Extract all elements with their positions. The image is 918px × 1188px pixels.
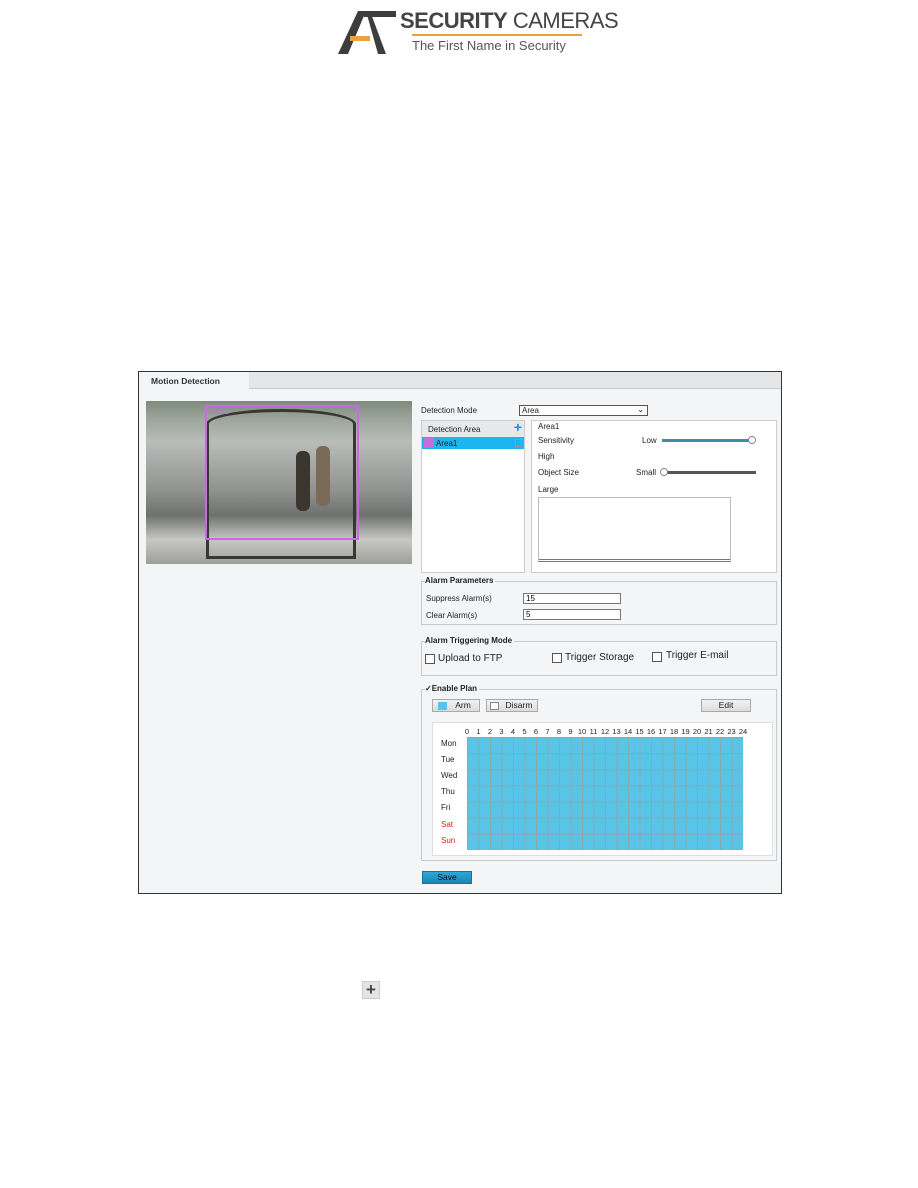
- object-size-preview: [538, 497, 731, 562]
- day-label: Sat: [441, 819, 454, 829]
- object-size-small-label: Small: [636, 468, 657, 477]
- logo-tagline: The First Name in Security: [412, 38, 566, 53]
- detection-mode-value: Area: [522, 406, 539, 415]
- sensitivity-high-label: High: [538, 452, 555, 461]
- day-label: Mon: [441, 739, 457, 748]
- hour-label: 23: [727, 727, 736, 736]
- clear-alarm-label: Clear Alarm(s): [426, 611, 478, 620]
- detection-mode-select[interactable]: Area ⌄: [519, 405, 648, 416]
- hour-label: 15: [635, 727, 644, 736]
- suppress-alarm-label: Suppress Alarm(s): [426, 594, 492, 603]
- sensitivity-low-label: Low: [642, 436, 657, 445]
- arm-swatch: [438, 702, 447, 710]
- object-size-label: Object Size: [538, 468, 579, 477]
- clear-alarm-input[interactable]: [523, 609, 621, 620]
- alarm-parameters-title: Alarm Parameters: [425, 576, 496, 585]
- edit-button[interactable]: Edit: [701, 699, 751, 712]
- suppress-alarm-input[interactable]: [523, 593, 621, 604]
- area-settings: Area1 Sensitivity Low High Object Size S…: [531, 420, 777, 573]
- arm-button[interactable]: Arm: [432, 699, 480, 712]
- sensitivity-slider-handle[interactable]: [748, 436, 756, 444]
- list-item-area1[interactable]: Area1: [422, 437, 524, 449]
- object-size-slider-handle[interactable]: [660, 468, 668, 476]
- trigger-email-label: Trigger E-mail: [666, 650, 729, 661]
- sensitivity-slider[interactable]: [662, 439, 754, 442]
- area-color-swatch: [424, 438, 434, 448]
- hour-label: 3: [499, 727, 504, 736]
- video-preview[interactable]: Area1: [146, 401, 412, 564]
- add-icon: +: [362, 981, 380, 999]
- enable-plan-checkbox[interactable]: ✓: [425, 684, 432, 693]
- hour-label: 20: [692, 727, 702, 736]
- trigger-email-checkbox[interactable]: [652, 652, 662, 662]
- logo-mark: [338, 11, 396, 54]
- hour-label: 13: [612, 727, 621, 736]
- hour-label: 9: [568, 727, 573, 736]
- hour-label: 12: [600, 727, 610, 736]
- hour-label: 7: [545, 727, 550, 736]
- day-label: Sun: [441, 835, 456, 845]
- object-size-large-label: Large: [538, 485, 559, 494]
- hour-label: 8: [556, 727, 562, 736]
- enable-plan[interactable]: ✓Enable Plan: [425, 684, 480, 693]
- alarm-parameters-group: Alarm Parameters Suppress Alarm(s) Clear…: [421, 576, 777, 625]
- schedule-grid[interactable]: [467, 737, 743, 850]
- chevron-down-icon: ⌄: [637, 405, 644, 414]
- roi-label: Area1: [210, 409, 229, 416]
- alarm-triggering-title: Alarm Triggering Mode: [425, 636, 515, 645]
- delete-icon[interactable]: [515, 439, 522, 447]
- add-area-icon[interactable]: +: [514, 419, 522, 435]
- trigger-storage-label: Trigger Storage: [565, 652, 635, 663]
- hour-label: 18: [669, 727, 679, 736]
- detection-area-header: Detection Area +: [422, 419, 524, 437]
- hour-label: 16: [646, 727, 656, 736]
- hour-label: 0: [464, 727, 470, 736]
- hour-label: 11: [589, 727, 598, 736]
- day-label: Wed: [441, 771, 458, 781]
- hour-label: 24: [738, 727, 748, 736]
- alarm-triggering-group: Alarm Triggering Mode Upload to FTP Trig…: [421, 636, 777, 676]
- logo-title: SECURITY CAMERAS: [400, 8, 619, 33]
- save-button[interactable]: Save: [422, 871, 472, 884]
- hour-label: 19: [681, 727, 690, 736]
- hour-label: 4: [510, 727, 516, 736]
- detection-mode-label: Detection Mode: [421, 406, 478, 415]
- hour-label: 22: [715, 727, 725, 736]
- logo-divider: [412, 34, 582, 36]
- disarm-button[interactable]: Disarm: [486, 699, 538, 712]
- trigger-storage-checkbox[interactable]: [552, 653, 562, 663]
- day-label: Fri: [441, 803, 451, 813]
- hour-label: 10: [577, 727, 587, 736]
- upload-ftp-checkbox[interactable]: [425, 654, 435, 664]
- hour-label: 17: [658, 727, 667, 736]
- sensitivity-label: Sensitivity: [538, 436, 575, 445]
- hour-label: 5: [522, 727, 527, 736]
- tab-bar: Motion Detection: [139, 372, 781, 389]
- day-label: Thu: [441, 787, 455, 797]
- day-label: Tue: [441, 755, 455, 765]
- area-title: Area1: [538, 422, 560, 431]
- hour-label: 14: [623, 727, 633, 736]
- object-size-slider[interactable]: [662, 471, 756, 474]
- hour-label: 1: [476, 727, 481, 736]
- hour-label: 6: [533, 727, 539, 736]
- disarm-swatch: [490, 702, 499, 710]
- hour-label: 2: [487, 727, 493, 736]
- tab-motion-detection[interactable]: Motion Detection: [139, 372, 249, 389]
- detection-area-list: Detection Area + Area1: [421, 419, 525, 573]
- upload-ftp-label: Upload to FTP: [438, 653, 503, 664]
- detection-area-roi[interactable]: Area1: [205, 405, 359, 540]
- hour-label: 21: [704, 727, 713, 736]
